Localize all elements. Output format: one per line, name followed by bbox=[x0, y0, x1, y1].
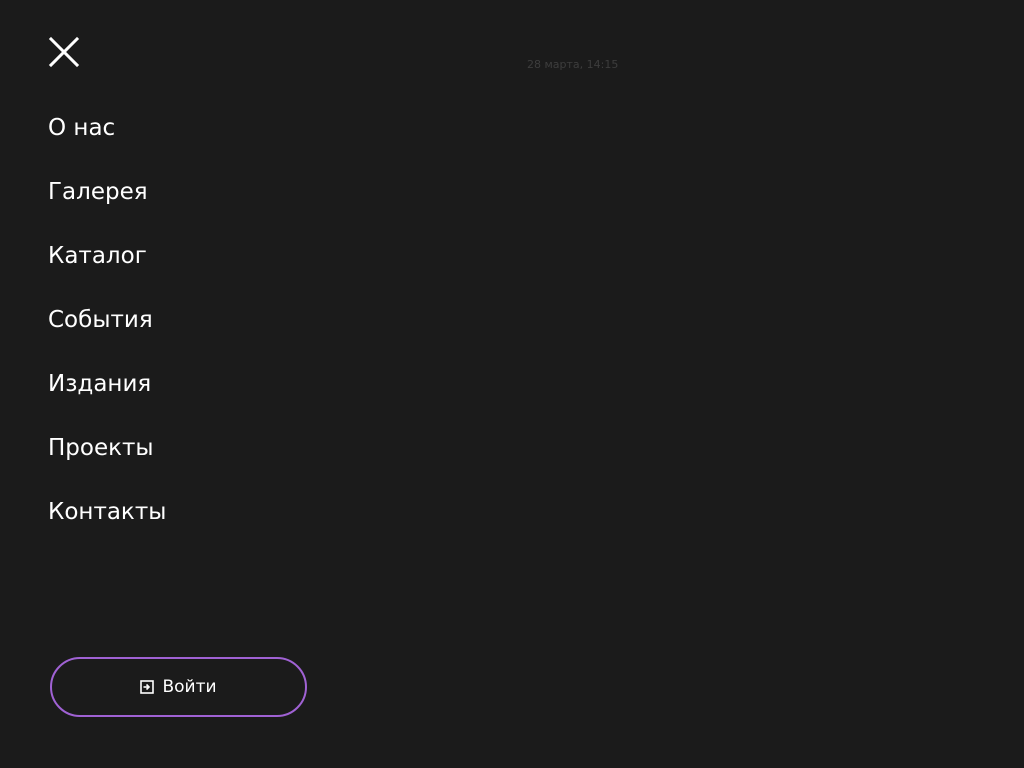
menu-link-publications[interactable]: Издания bbox=[48, 368, 151, 400]
menu-link-catalog[interactable]: Каталог bbox=[48, 240, 147, 272]
menu-item-about: О нас bbox=[48, 112, 166, 176]
menu-item-publications: Издания bbox=[48, 368, 166, 432]
login-label: Войти bbox=[162, 677, 217, 697]
menu-item-contacts: Контакты bbox=[48, 496, 166, 560]
login-icon bbox=[140, 680, 155, 694]
menu-item-projects: Проекты bbox=[48, 432, 166, 496]
timestamp: 28 марта, 14:15 bbox=[527, 58, 619, 71]
menu-link-projects[interactable]: Проекты bbox=[48, 432, 154, 464]
close-menu-button[interactable] bbox=[48, 36, 80, 68]
menu-link-gallery[interactable]: Галерея bbox=[48, 176, 148, 208]
menu-item-catalog: Каталог bbox=[48, 240, 166, 304]
login-button[interactable]: Войти bbox=[50, 657, 307, 717]
main-menu: О нас Галерея Каталог События Издания Пр… bbox=[48, 112, 166, 560]
menu-link-about[interactable]: О нас bbox=[48, 112, 115, 144]
menu-item-events: События bbox=[48, 304, 166, 368]
menu-item-gallery: Галерея bbox=[48, 176, 166, 240]
menu-link-events[interactable]: События bbox=[48, 304, 153, 336]
menu-link-contacts[interactable]: Контакты bbox=[48, 496, 166, 528]
close-icon bbox=[48, 36, 80, 68]
